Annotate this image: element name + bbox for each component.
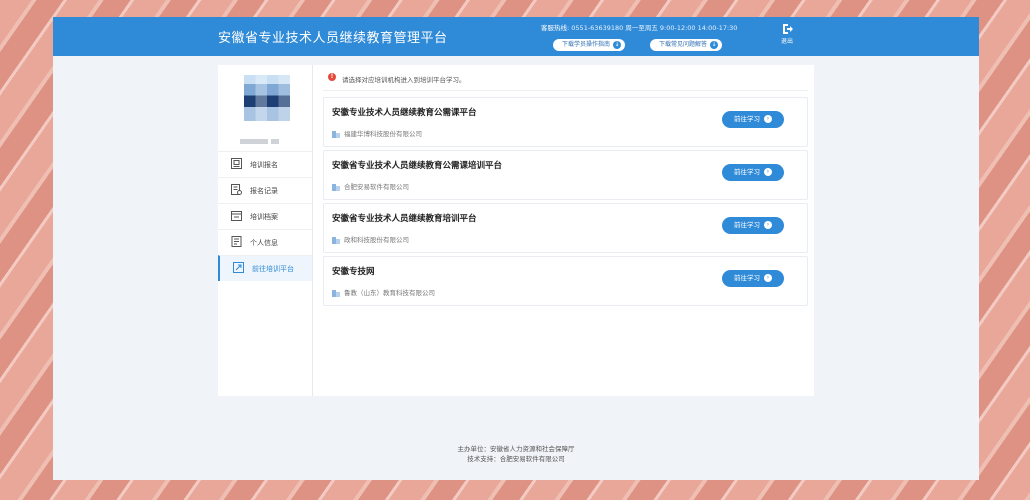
platform-org: 鲁教（山东）教育科技有限公司 (332, 287, 435, 297)
content-panel: 培训报名 报名记录 培训档案 个人信息 前往培训平台 ! 请选择对应培训机构进入… (218, 65, 814, 396)
sidebar-menu: 培训报名 报名记录 培训档案 个人信息 前往培训平台 (218, 151, 312, 281)
platform-card: 安徽省专业技术人员继续教育公需课培训平台 合肥安易软件有限公司 前往学习 › (323, 150, 808, 200)
sidebar-item-goto-platform[interactable]: 前往培训平台 (218, 255, 312, 281)
sidebar-item-register[interactable]: 培训报名 (218, 151, 312, 177)
go-study-button[interactable]: 前往学习 › (722, 111, 784, 128)
download-guide-label: 下载学员操作指南 (562, 41, 611, 48)
footer-host: 主办单位：安徽省人力资源和社会保障厅 (457, 445, 575, 453)
download-faq-label: 下载常见问题解答 (659, 41, 708, 48)
hotline-label: 客服热线: (541, 24, 570, 32)
logout-label: 退出 (780, 38, 793, 45)
top-header: 安徽省专业技术人员继续教育管理平台 客服热线: 0551-63639180 周一… (53, 17, 979, 56)
arrow-right-icon: › (764, 221, 772, 229)
platform-org-name: 合肥安易软件有限公司 (344, 183, 409, 191)
platform-org: 政和科技股份有限公司 (332, 234, 409, 244)
platform-org: 合肥安易软件有限公司 (332, 181, 409, 191)
sidebar-item-records[interactable]: 报名记录 (218, 177, 312, 203)
sidebar-item-label: 前往培训平台 (252, 265, 294, 273)
record-icon (231, 184, 242, 195)
arrow-right-icon: › (764, 168, 772, 176)
app-window: 安徽省专业技术人员继续教育管理平台 客服热线: 0551-63639180 周一… (53, 17, 979, 480)
platform-org-name: 政和科技股份有限公司 (344, 236, 409, 244)
notice-bar: ! 请选择对应培训机构进入到培训平台学习。 (323, 65, 808, 91)
cloud-download-icon: ↓ (710, 40, 719, 49)
go-study-button[interactable]: 前往学习 › (722, 217, 784, 234)
avatar (244, 75, 290, 121)
platform-name: 安徽专技网 (332, 267, 375, 277)
platform-name: 安徽省专业技术人员继续教育培训平台 (332, 214, 477, 224)
building-icon (332, 131, 340, 138)
go-study-label: 前往学习 (734, 115, 760, 123)
download-guide-button[interactable]: 下载学员操作指南 ↓ (553, 39, 626, 51)
site-title: 安徽省专业技术人员继续教育管理平台 (218, 31, 448, 46)
hotline-info: 客服热线: 0551-63639180 周一至周五 9:00-12:00 14:… (541, 22, 737, 32)
register-icon (231, 158, 242, 169)
username-blurred (240, 129, 290, 144)
sidebar: 培训报名 报名记录 培训档案 个人信息 前往培训平台 (218, 65, 313, 396)
building-icon (332, 290, 340, 297)
go-study-button[interactable]: 前往学习 › (722, 270, 784, 287)
platform-card: 安徽专技网 鲁教（山东）教育科技有限公司 前往学习 › (323, 256, 808, 306)
sidebar-item-profile[interactable]: 个人信息 (218, 229, 312, 255)
download-faq-button[interactable]: 下载常见问题解答 ↓ (650, 39, 723, 51)
building-icon (332, 237, 340, 244)
arrow-right-icon: › (764, 274, 772, 282)
profile-icon (231, 236, 242, 247)
platform-name: 安徽省专业技术人员继续教育公需课培训平台 (332, 161, 503, 171)
platform-name: 安徽专业技术人员继续教育公需课平台 (332, 108, 477, 118)
sidebar-item-label: 培训档案 (250, 213, 278, 221)
go-study-label: 前往学习 (734, 221, 760, 229)
warning-icon: ! (328, 73, 336, 81)
platform-org-name: 福建华博科技股份有限公司 (344, 130, 422, 138)
platform-org: 福建华博科技股份有限公司 (332, 128, 422, 138)
sidebar-item-label: 个人信息 (250, 239, 278, 247)
notice-text: 请选择对应培训机构进入到培训平台学习。 (342, 76, 466, 84)
sidebar-item-label: 报名记录 (250, 187, 278, 195)
cloud-download-icon: ↓ (613, 40, 622, 49)
platform-org-name: 鲁教（山东）教育科技有限公司 (344, 289, 435, 297)
sidebar-item-label: 培训报名 (250, 161, 278, 169)
logout-button[interactable]: 退出 (775, 23, 799, 45)
logout-icon (783, 24, 793, 34)
platform-card: 安徽省专业技术人员继续教育培训平台 政和科技股份有限公司 前往学习 › (323, 203, 808, 253)
building-icon (332, 184, 340, 191)
sidebar-item-archive[interactable]: 培训档案 (218, 203, 312, 229)
footer-support: 技术支持：合肥安易软件有限公司 (467, 455, 565, 463)
archive-icon (231, 211, 242, 221)
arrow-right-icon: › (764, 115, 772, 123)
hotline-value: 0551-63639180 周一至周五 9:00-12:00 14:00-17:… (571, 24, 738, 32)
goto-platform-icon (233, 262, 244, 273)
go-study-label: 前往学习 (734, 274, 760, 282)
platform-card: 安徽专业技术人员继续教育公需课平台 福建华博科技股份有限公司 前往学习 › (323, 97, 808, 147)
footer: 主办单位：安徽省人力资源和社会保障厅 技术支持：合肥安易软件有限公司 (53, 444, 979, 464)
go-study-button[interactable]: 前往学习 › (722, 164, 784, 181)
go-study-label: 前往学习 (734, 168, 760, 176)
